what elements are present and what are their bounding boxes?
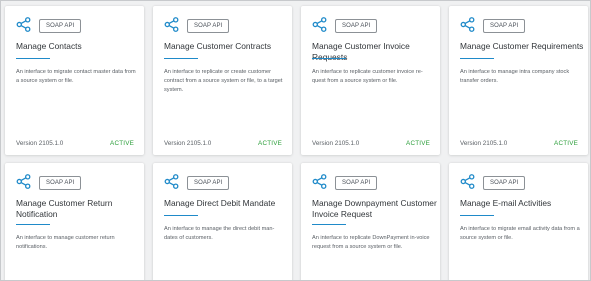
- title-divider: [16, 58, 50, 59]
- share-icon: [312, 174, 327, 189]
- status-badge: ACTIVE: [406, 140, 430, 147]
- title-divider: [460, 215, 494, 216]
- card-description: An interface to migrate contact master d…: [16, 69, 136, 84]
- soap-api-badge: SOAP API: [187, 176, 230, 190]
- card-version: Version 2105.1.0: [16, 140, 64, 147]
- card-description: An interface to replicate DownPayment in…: [312, 235, 430, 250]
- card-title[interactable]: Manage Contacts: [16, 41, 140, 52]
- card-description: An interface to migrate email activity d…: [460, 226, 580, 241]
- status-badge: ACTIVE: [110, 140, 134, 147]
- share-icon: [312, 17, 327, 32]
- api-card[interactable]: SOAP API Manage E-mail Activities An int…: [449, 163, 588, 280]
- share-icon: [460, 17, 475, 32]
- soap-api-badge: SOAP API: [187, 19, 230, 33]
- share-icon: [460, 174, 475, 189]
- share-icon: [16, 174, 31, 189]
- share-icon: [164, 17, 179, 32]
- api-card[interactable]: SOAP API Manage Direct Debit Mandate An …: [153, 163, 292, 280]
- api-card[interactable]: SOAP API Manage Customer Return Notifica…: [5, 163, 144, 280]
- api-card[interactable]: SOAP API Manage Contacts An interface to…: [5, 6, 144, 155]
- card-description: An interface to replicate customer invoi…: [312, 69, 423, 84]
- title-divider: [16, 224, 50, 225]
- status-badge: ACTIVE: [554, 140, 578, 147]
- share-icon: [16, 17, 31, 32]
- share-icon: [164, 174, 179, 189]
- card-title[interactable]: Manage Downpayment Customer Invoice Requ…: [312, 198, 440, 220]
- title-divider: [164, 58, 198, 59]
- card-title[interactable]: Manage Customer Contracts: [164, 41, 288, 52]
- soap-api-badge: SOAP API: [483, 176, 526, 190]
- card-version: Version 2105.1.0: [164, 140, 212, 147]
- status-badge: ACTIVE: [258, 140, 282, 147]
- title-divider: [164, 215, 198, 216]
- api-card[interactable]: SOAP API Manage Downpayment Customer Inv…: [301, 163, 440, 280]
- soap-api-badge: SOAP API: [483, 19, 526, 33]
- card-version: Version 2105.1.0: [312, 140, 360, 147]
- api-catalog-grid: SOAP API Manage Contacts An interface to…: [0, 0, 591, 281]
- card-description: An interface to manage intra company sto…: [460, 69, 570, 84]
- card-description: An interface to replicate or create cust…: [164, 69, 283, 93]
- api-card[interactable]: SOAP API Manage Customer Requirements An…: [449, 6, 588, 155]
- soap-api-badge: SOAP API: [39, 19, 82, 33]
- card-title[interactable]: Manage Customer Return Notification: [16, 198, 140, 220]
- card-description: An interface to manage the direct debit …: [164, 226, 275, 241]
- soap-api-badge: SOAP API: [39, 176, 82, 190]
- card-title[interactable]: Manage Customer Requirements: [460, 41, 588, 52]
- card-title[interactable]: Manage Customer Invoice Requests: [312, 41, 440, 63]
- card-title[interactable]: Manage E-mail Activities: [460, 198, 588, 209]
- title-divider: [460, 58, 494, 59]
- card-title[interactable]: Manage Direct Debit Mandate: [164, 198, 288, 209]
- card-description: An interface to manage customer return n…: [16, 235, 115, 250]
- soap-api-badge: SOAP API: [335, 176, 378, 190]
- api-card[interactable]: SOAP API Manage Customer Invoice Request…: [301, 6, 440, 155]
- soap-api-badge: SOAP API: [335, 19, 378, 33]
- card-version: Version 2105.1.0: [460, 140, 508, 147]
- api-card[interactable]: SOAP API Manage Customer Contracts An in…: [153, 6, 292, 155]
- title-divider: [312, 58, 346, 59]
- title-divider: [312, 224, 346, 225]
